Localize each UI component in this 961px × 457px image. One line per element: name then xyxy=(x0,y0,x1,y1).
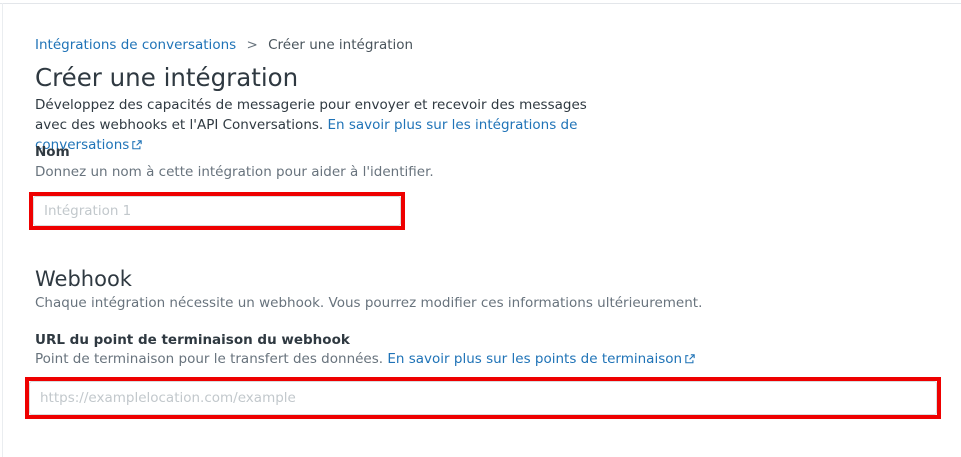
name-input[interactable] xyxy=(33,196,401,226)
external-link-icon xyxy=(685,354,695,364)
webhook-url-label: URL du point de terminaison du webhook xyxy=(35,332,350,348)
learn-more-endpoints-link-label: En savoir plus sur les points de termina… xyxy=(387,351,683,367)
webhook-section-description: Chaque intégration nécessite un webhook.… xyxy=(35,295,703,311)
name-field-highlight xyxy=(29,192,405,230)
webhook-url-highlight xyxy=(25,377,941,419)
webhook-section-title: Webhook xyxy=(35,267,132,291)
webhook-url-hint: Point de terminaison pour le transfert d… xyxy=(35,351,695,367)
webhook-url-hint-text: Point de terminaison pour le transfert d… xyxy=(35,351,384,367)
name-field-label: Nom xyxy=(35,144,70,160)
learn-more-endpoints-link[interactable]: En savoir plus sur les points de termina… xyxy=(387,351,695,367)
external-link-icon xyxy=(132,140,143,150)
breadcrumb: Intégrations de conversations > Créer un… xyxy=(35,37,413,53)
window-left-border xyxy=(0,3,3,457)
chevron-right-icon: > xyxy=(246,37,258,53)
breadcrumb-parent-link[interactable]: Intégrations de conversations xyxy=(35,37,236,53)
page-title: Créer une intégration xyxy=(35,63,299,92)
page-description: Développez des capacités de messagerie p… xyxy=(35,95,605,155)
name-field-hint: Donnez un nom à cette intégration pour a… xyxy=(35,164,434,180)
webhook-url-input[interactable] xyxy=(29,381,937,415)
breadcrumb-current: Créer une intégration xyxy=(268,37,414,53)
window-top-border xyxy=(0,0,961,4)
